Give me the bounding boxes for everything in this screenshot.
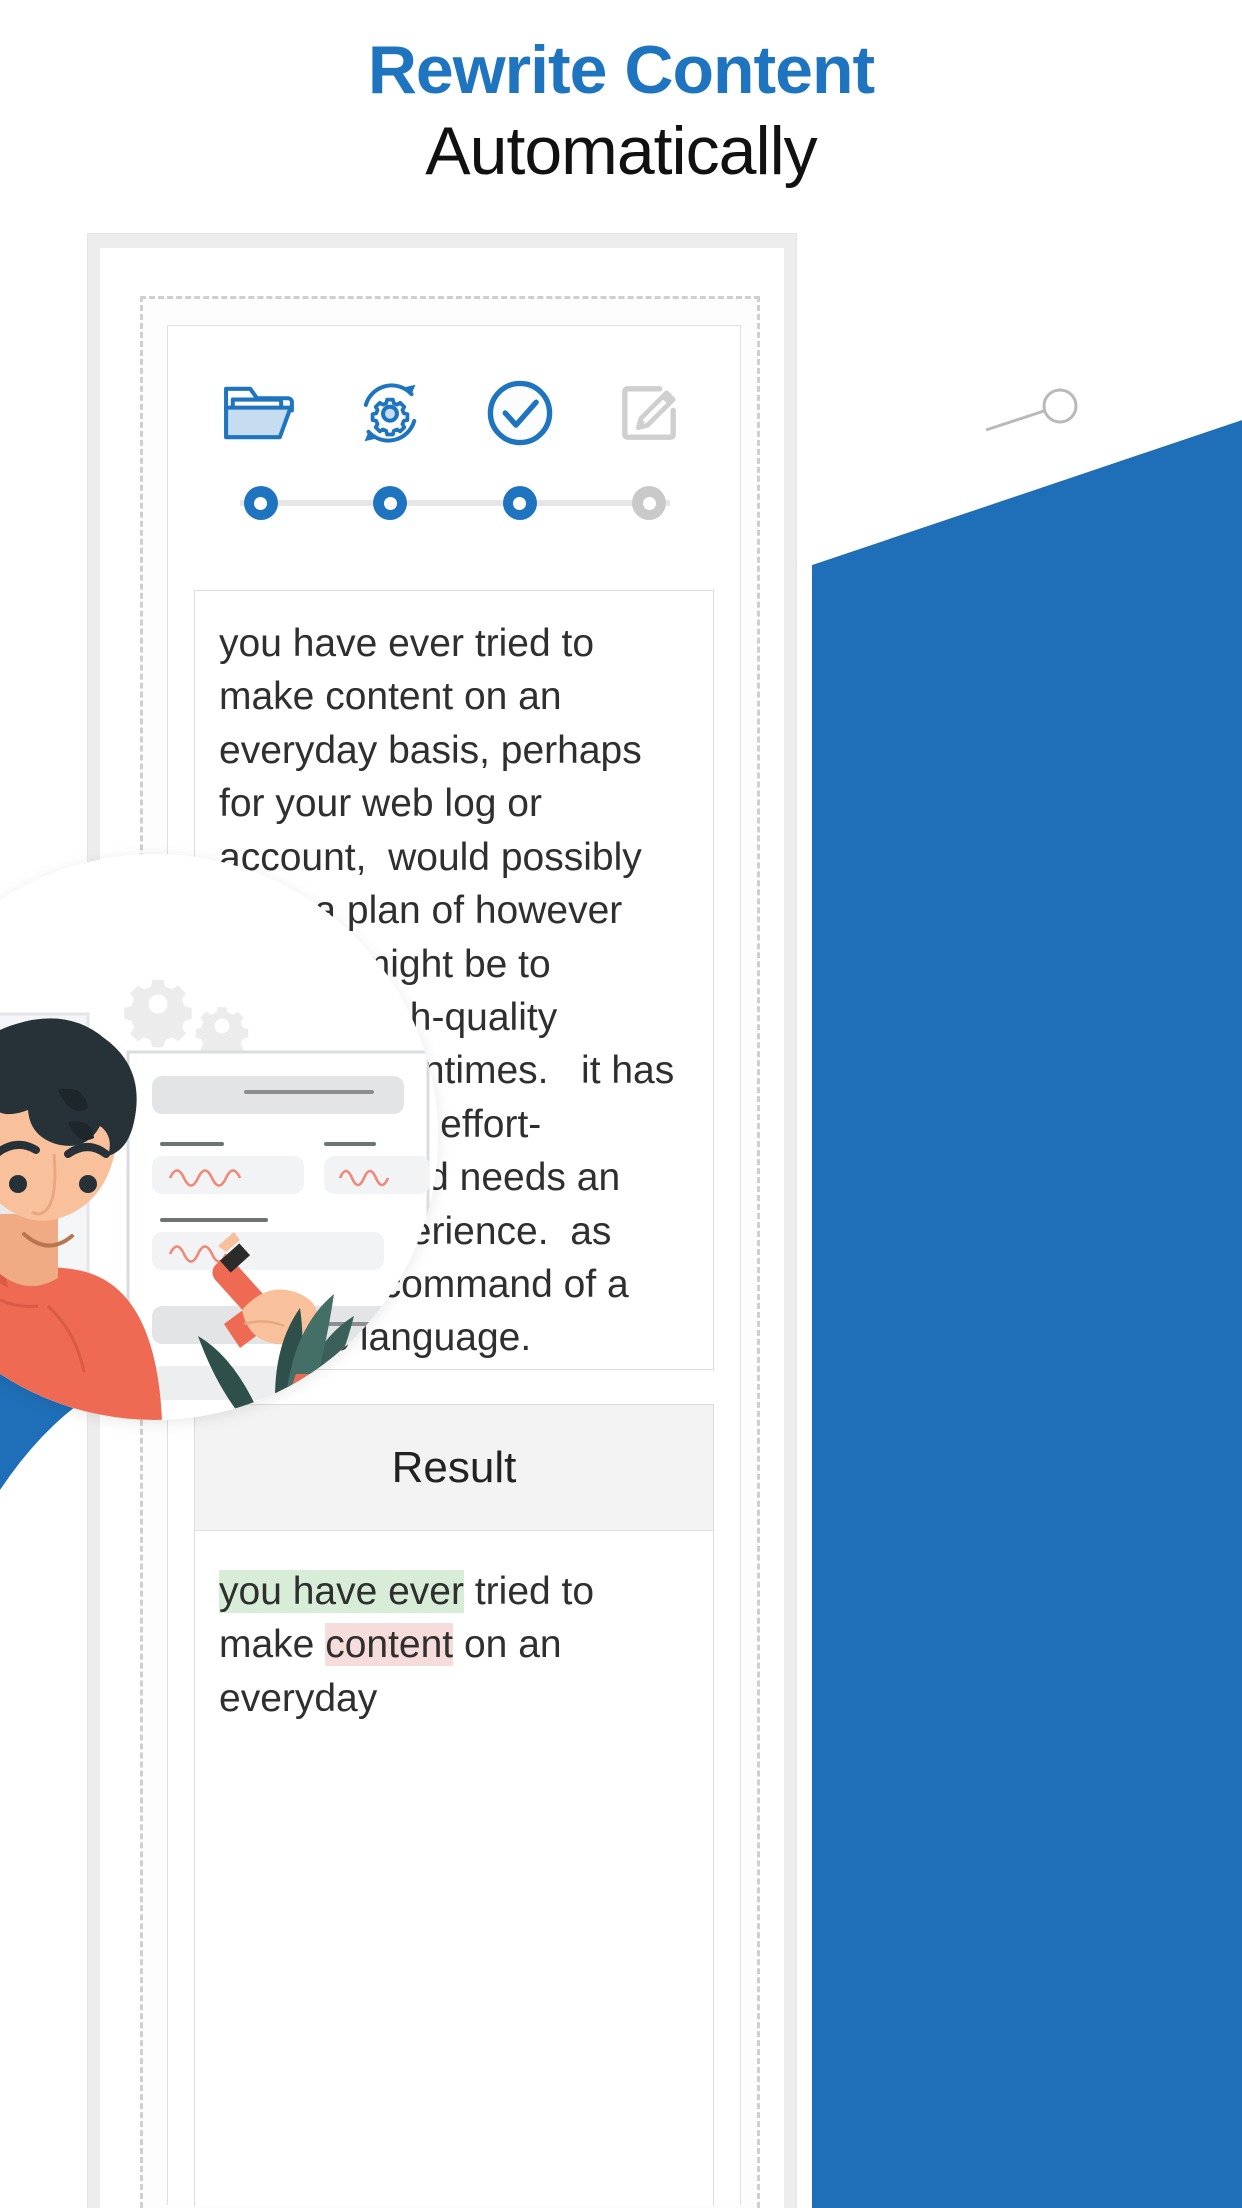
result-segment-highlight-pink: content (325, 1623, 454, 1667)
stepper-dot-4[interactable] (632, 486, 667, 520)
result-segment-highlight-green: you have ever (219, 1570, 464, 1613)
stepper-track (168, 468, 742, 538)
page-title-primary: Rewrite Content (367, 32, 875, 108)
stepper-icon-row (168, 356, 742, 456)
gear-refresh-icon[interactable] (347, 370, 433, 456)
open-folder-icon[interactable] (218, 370, 304, 456)
edit-document-icon[interactable] (606, 370, 692, 456)
stepper-dot-1[interactable] (243, 486, 278, 520)
result-header: Result (195, 1405, 713, 1531)
result-section: Result you have ever tried to make conte… (194, 1404, 714, 2206)
stepper-dot-2[interactable] (373, 486, 408, 520)
right-blue-wedge (812, 420, 1242, 2208)
check-circle-icon[interactable] (477, 370, 563, 456)
progress-stepper (168, 356, 742, 556)
result-title: Result (391, 1442, 517, 1492)
result-body: you have ever tried to make content on a… (195, 1531, 713, 1759)
page-header: Rewrite Content Automatically (0, 0, 1242, 215)
stepper-track-line (240, 500, 670, 506)
stepper-dot-3[interactable] (502, 486, 537, 520)
page-title-secondary: Automatically (425, 113, 817, 189)
